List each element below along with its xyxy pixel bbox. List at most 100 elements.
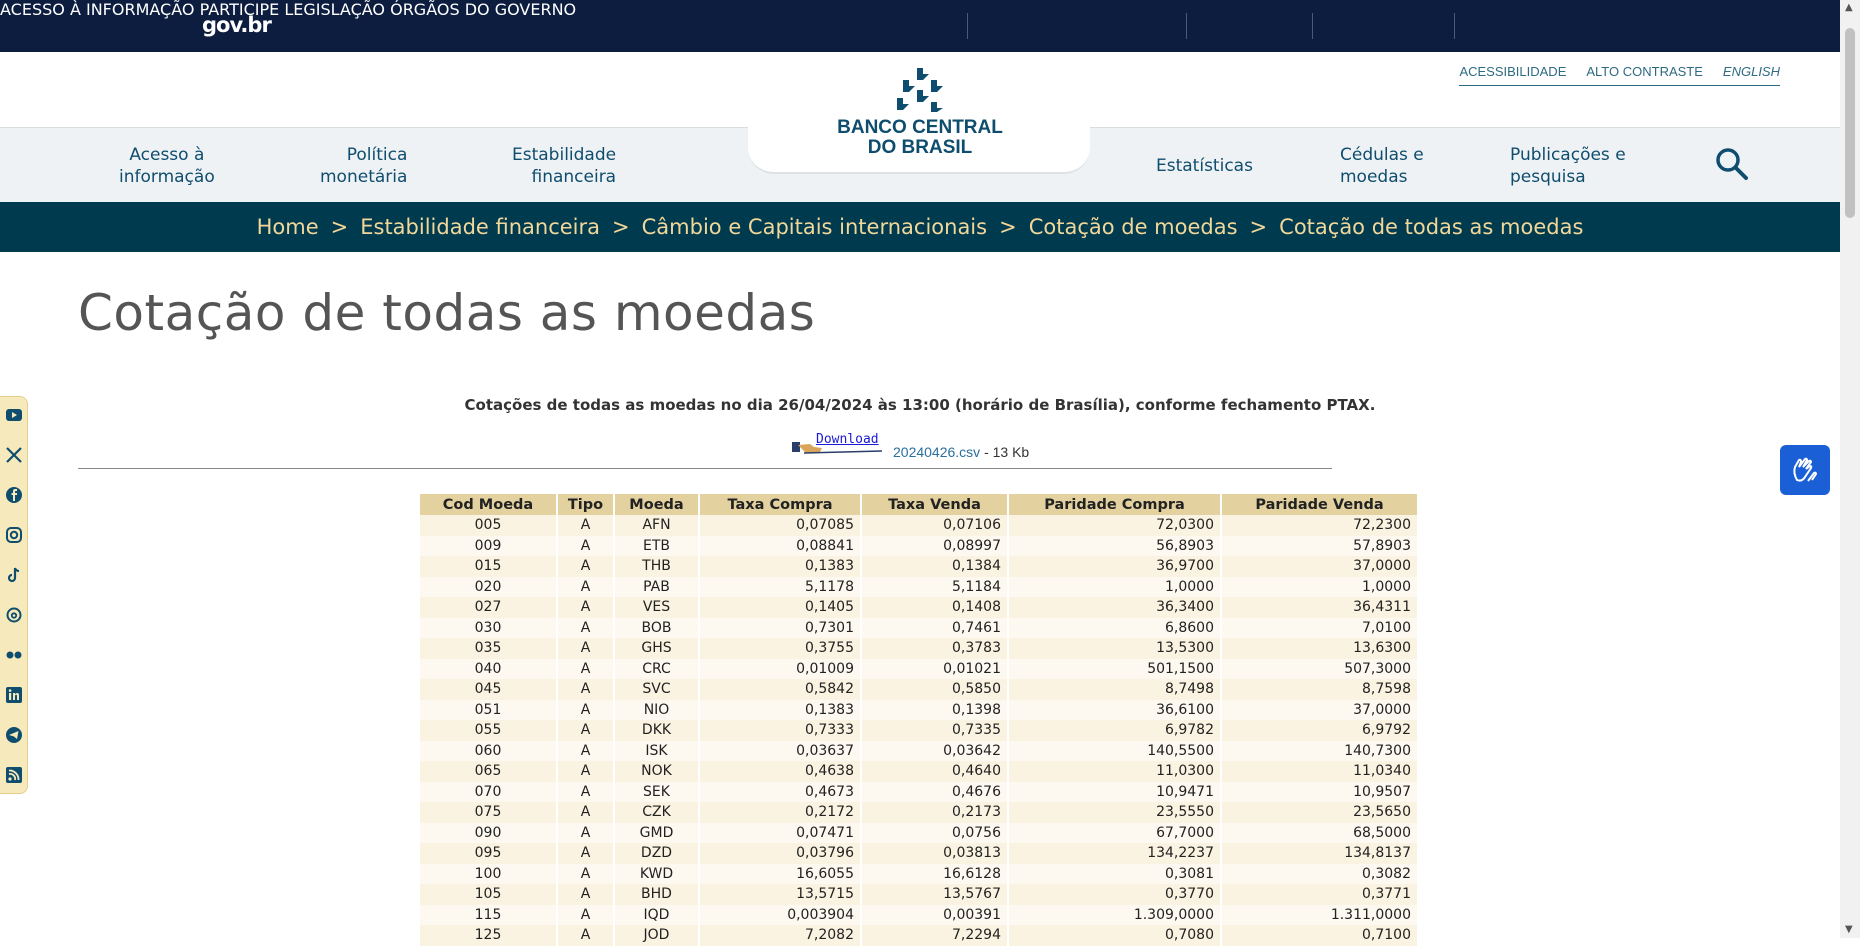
table-cell: 36,6100 [1008,699,1222,720]
table-row: 009 A ETB 0,08841 0,08997 56,8903 57,8903 [420,535,1419,556]
bcb-logo[interactable]: BANCO CENTRAL DO BRASIL [800,66,1040,158]
table-cell: 0,00391 [861,904,1009,925]
table-cell: 134,2237 [1008,843,1222,864]
file-size: - 13 Kb [980,444,1030,460]
nav-estabilidade-financeira[interactable]: Estabilidade financeira [512,144,616,188]
table-cell: DZD [614,843,700,864]
scroll-down-arrow-icon[interactable]: ▼ [1845,924,1853,935]
scroll-thumb[interactable] [1845,28,1855,218]
flickr-icon[interactable] [5,646,23,664]
scroll-up-arrow-icon[interactable]: ▲ [1845,2,1853,13]
table-cell: 6,9792 [1221,720,1419,741]
gov-link-orgaos[interactable]: ÓRGÃOS DO GOVERNO [390,0,576,19]
table-cell: 7,2082 [699,925,862,946]
table-row: 070 A SEK 0,4673 0,4676 10,9471 10,9507 [420,781,1419,802]
column-header: Taxa Venda [861,494,1009,515]
table-cell: 0,7100 [1221,925,1419,946]
divider [1454,13,1455,39]
table-cell: CZK [614,802,700,823]
table-cell: A [557,843,615,864]
table-cell: 67,7000 [1008,822,1222,843]
table-cell: 009 [420,535,558,556]
table-cell: A [557,884,615,905]
table-cell: 0,08841 [699,535,862,556]
table-cell: A [557,802,615,823]
table-row: 040 A CRC 0,01009 0,01021 501,1500 507,3000 [420,658,1419,679]
table-cell: A [557,535,615,556]
column-header: Taxa Compra [699,494,862,515]
table-cell: 140,7300 [1221,740,1419,761]
table-cell: 72,0300 [1008,515,1222,536]
table-cell: 10,9507 [1221,781,1419,802]
table-cell: 0,7080 [1008,925,1222,946]
table-row: 095 A DZD 0,03796 0,03813 134,2237 134,8137 [420,843,1419,864]
table-cell: A [557,576,615,597]
breadcrumb-item-current[interactable]: Cotação de todas as moedas [1279,215,1583,239]
table-cell: 11,0340 [1221,761,1419,782]
table-cell: 1.311,0000 [1221,904,1419,925]
search-icon[interactable] [1714,146,1750,186]
table-cell: 051 [420,699,558,720]
page-title: Cotação de todas as moedas [78,284,816,342]
table-cell: NOK [614,761,700,782]
table-cell: 5,1184 [861,576,1009,597]
download-button-label[interactable]: Download [816,432,879,447]
libras-accessibility-button[interactable] [1780,445,1830,495]
table-row: 005 A AFN 0,07085 0,07106 72,0300 72,2300 [420,515,1419,536]
nav-cedulas-moedas[interactable]: Cédulas e moedas [1340,144,1424,188]
table-cell: ISK [614,740,700,761]
table-cell: 1,0000 [1008,576,1222,597]
linkedin-icon[interactable] [5,686,23,704]
nav-publicacoes-pesquisa[interactable]: Publicações e pesquisa [1510,144,1626,188]
table-cell: 0,5850 [861,679,1009,700]
table-cell: JOD [614,925,700,946]
page-scrollbar[interactable]: ▲ ▼ [1840,0,1860,938]
acessibilidade-link[interactable]: ACESSIBILIDADE [1459,64,1566,79]
table-cell: 095 [420,843,558,864]
table-cell: 13,5767 [861,884,1009,905]
csv-file-link[interactable]: 20240426.csv [893,444,980,460]
table-row: 015 A THB 0,1383 0,1384 36,9700 37,0000 [420,556,1419,577]
nav-acesso-informacao[interactable]: Acesso à informação [119,144,215,188]
nav-politica-monetaria[interactable]: Política monetária [320,144,407,188]
telegram-icon[interactable] [5,726,23,744]
nav-estatisticas[interactable]: Estatísticas [1156,155,1253,177]
breadcrumb-item-cambio[interactable]: Câmbio e Capitais internacionais [642,215,987,239]
breadcrumb-item-cotacao[interactable]: Cotação de moedas [1029,215,1238,239]
gov-link-acesso-informacao[interactable]: ACESSO À INFORMAÇÃO [0,0,194,19]
alto-contraste-link[interactable]: ALTO CONTRASTE [1586,64,1703,79]
table-cell: 501,1500 [1008,658,1222,679]
table-row: 027 A VES 0,1405 0,1408 36,3400 36,4311 [420,597,1419,618]
x-icon[interactable] [5,446,23,464]
table-cell: 0,7461 [861,617,1009,638]
breadcrumb-item-home[interactable]: Home [257,215,319,239]
logo-line-1: BANCO CENTRAL [837,117,1003,138]
table-cell: 0,08997 [861,535,1009,556]
gov-link-legislacao[interactable]: LEGISLAÇÃO [284,0,385,19]
tiktok-icon[interactable] [5,566,23,584]
breadcrumb: Home > Estabilidade financeira > Câmbio … [0,202,1840,252]
nav-label: Publicações e [1510,145,1626,165]
table-cell: 57,8903 [1221,535,1419,556]
table-cell: 7,0100 [1221,617,1419,638]
instagram-icon[interactable] [5,526,23,544]
table-cell: 027 [420,597,558,618]
table-row: 065 A NOK 0,4638 0,4640 11,0300 11,0340 [420,761,1419,782]
facebook-icon[interactable] [5,486,23,504]
table-cell: 5,1178 [699,576,862,597]
table-cell: 1,0000 [1221,576,1419,597]
table-body: 005 A AFN 0,07085 0,07106 72,0300 72,2300 009 A E… [420,515,1419,946]
table-cell: 0,3082 [1221,863,1419,884]
table-cell: 37,0000 [1221,556,1419,577]
table-cell: THB [614,556,700,577]
table-cell: 045 [420,679,558,700]
english-link[interactable]: ENGLISH [1723,64,1780,79]
threads-icon[interactable] [5,606,23,624]
breadcrumb-item-estabilidade[interactable]: Estabilidade financeira [360,215,600,239]
table-row: 105 A BHD 13,5715 13,5767 0,3770 0,3771 [420,884,1419,905]
rss-icon[interactable] [5,766,23,784]
table-cell: 0,1408 [861,597,1009,618]
table-cell: 0,1383 [699,699,862,720]
govbr-logo[interactable]: gov.br [202,13,272,37]
table-cell: A [557,925,615,946]
